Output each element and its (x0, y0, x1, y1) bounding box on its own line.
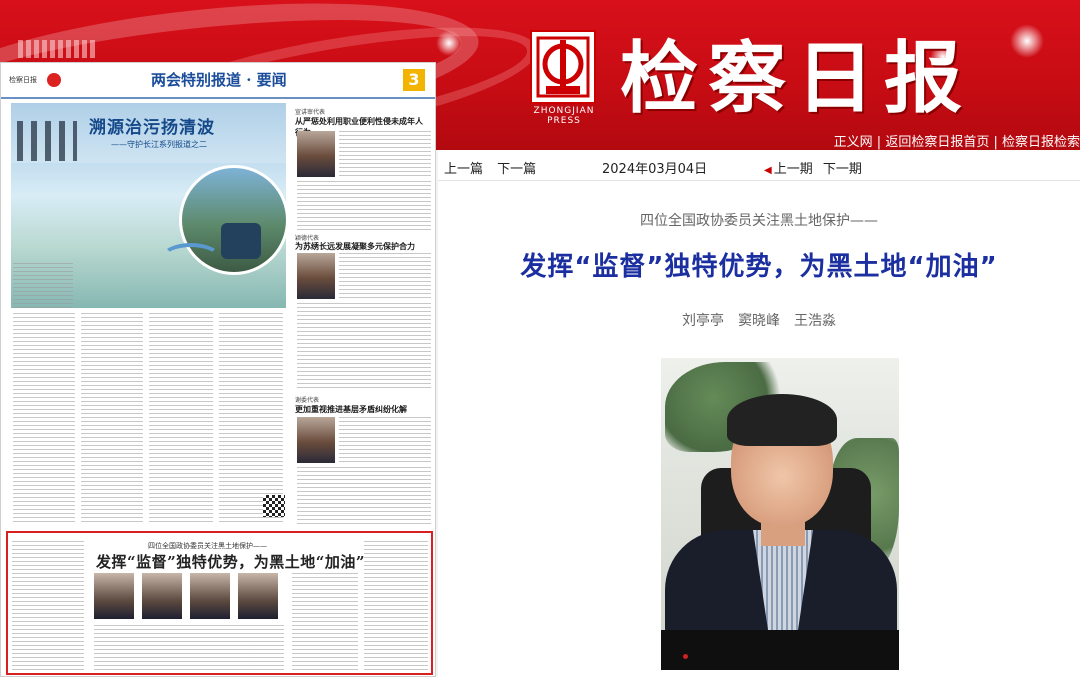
article-kicker: 四位全国政协委员关注黑土地保护—— (640, 213, 878, 229)
member-portrait (142, 573, 182, 619)
sidebar-headline[interactable]: 更加重视推进基层矛盾纠纷化解 (295, 404, 430, 415)
sparkle-decoration (436, 30, 462, 56)
sidebar-tag: 谢委代表 (295, 397, 320, 404)
text-column (13, 313, 75, 523)
member-portrait (94, 573, 134, 619)
header-skyline-decoration (18, 40, 98, 58)
chevron-left-icon: ◀ (764, 165, 772, 176)
sparkle-decoration (1010, 24, 1044, 58)
article-photo (661, 358, 899, 670)
text-column (339, 131, 431, 177)
selected-article-region[interactable]: 四位全国政协委员关注黑土地保护—— 发挥“监督”独特优势，为黑土地“加油” (6, 531, 433, 675)
logo-caption: ZHONGJIAN PRESS (533, 106, 595, 126)
hero-headline: 溯源治污扬清波 (89, 118, 215, 138)
sidebar-tag: 宣讲审代表 (295, 109, 326, 116)
site-title: 检察日报 (620, 33, 973, 124)
delegate-portrait (297, 131, 335, 177)
workers-photo (221, 223, 261, 259)
prev-article-link[interactable]: 上一篇 (444, 162, 483, 177)
emblem-icon (47, 73, 61, 87)
nav-link-zhengyi[interactable]: 正义网 (834, 135, 873, 150)
text-column (219, 313, 283, 523)
feature-headline: 发挥“监督”独特优势，为黑土地“加油” (96, 553, 366, 571)
people-silhouette-image (17, 121, 77, 161)
page-number-badge: 3 (403, 69, 425, 91)
wave-decoration (161, 243, 221, 273)
header-nav: 正义网 | 返回检察日报首页 | 检察日报检索 (833, 135, 1080, 150)
text-column (149, 313, 213, 523)
delegate-portrait (297, 253, 335, 299)
next-article-link[interactable]: 下一篇 (497, 162, 536, 177)
newspaper-page-thumbnail[interactable]: 检察日报 两会特别报道 · 要闻 3 溯源治污扬清波 ——守护长江系列报道之二 … (0, 62, 436, 677)
prev-issue-link[interactable]: 上一期 (774, 162, 813, 177)
hero-subtitle: ——守护长江系列报道之二 (111, 140, 207, 149)
page-section-title: 两会特别报道 · 要闻 (151, 71, 287, 89)
member-portrait (190, 573, 230, 619)
nav-link-search[interactable]: 检察日报检索 (1002, 135, 1080, 150)
qr-code-icon (263, 495, 285, 517)
press-logo-icon (536, 36, 590, 98)
issue-nav: ◀ 上一期 下一期 (764, 158, 868, 177)
article-pager: 上一篇 下一篇 (444, 158, 546, 177)
member-portrait (238, 573, 278, 619)
article-title: 发挥“监督”独特优势，为黑土地“加油” (520, 252, 998, 282)
article-authors: 刘亭亭 窦晓峰 王浩淼 (682, 313, 836, 329)
text-column (12, 541, 84, 671)
feature-kicker: 四位全国政协委员关注黑土地保护—— (148, 542, 267, 550)
next-issue-link[interactable]: 下一期 (823, 162, 862, 177)
text-column (297, 303, 431, 391)
text-column (292, 573, 358, 671)
masthead-paper-name: 检察日报 (9, 76, 37, 84)
page-masthead: 检察日报 两会特别报道 · 要闻 3 (1, 63, 435, 99)
text-column (94, 625, 284, 671)
text-column (13, 263, 73, 308)
sidebar-headline[interactable]: 为苏绣长远发展凝聚多元保护合力 (295, 241, 430, 252)
text-column (297, 181, 431, 231)
publication-date: 2024年03月04日 (602, 162, 708, 177)
article-panel: 上一篇 下一篇 2024年03月04日 ◀ 上一期 下一期 四位全国政协委员关注黑… (438, 150, 1080, 677)
divider (438, 180, 1080, 181)
text-column (339, 253, 431, 299)
text-column (81, 313, 143, 523)
text-column (297, 467, 431, 525)
nav-link-home[interactable]: 返回检察日报首页 (885, 135, 989, 150)
laptop-image (661, 630, 899, 670)
delegate-portrait (297, 417, 335, 463)
text-column (364, 541, 428, 671)
text-column (339, 417, 431, 463)
press-logo[interactable] (530, 30, 596, 104)
